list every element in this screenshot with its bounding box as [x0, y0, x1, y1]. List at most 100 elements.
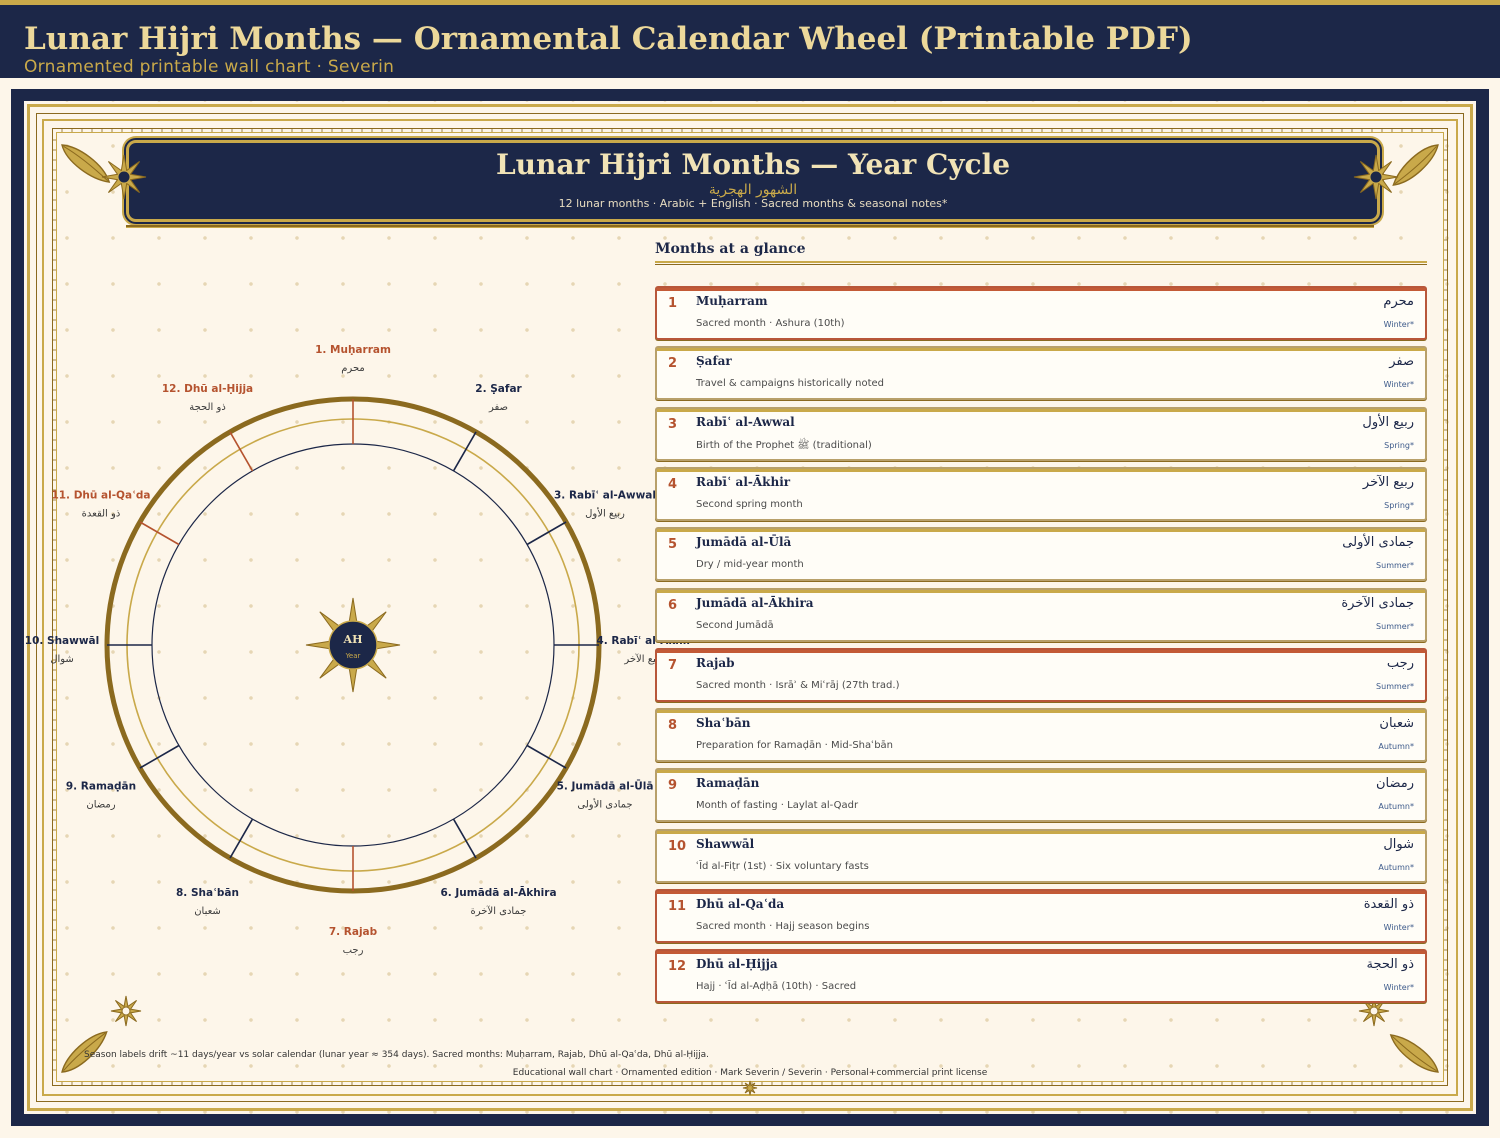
month-name: Shawwāl	[696, 836, 755, 851]
month-arabic: صفر	[1389, 354, 1414, 370]
month-name: Jumādā al-Ūlā	[696, 535, 792, 550]
month-season: Autumn*	[1378, 742, 1414, 752]
wheel-month-arabic: رمضان	[86, 800, 115, 811]
month-season: Winter*	[1383, 983, 1414, 993]
month-number: 8	[668, 718, 678, 734]
month-arabic: ذو الحجة	[1366, 957, 1414, 973]
month-arabic: ربيع الآخر	[1362, 474, 1414, 490]
wheel-month-label: 8. Shaʿbān	[176, 887, 239, 899]
month-arabic: ربيع الأول	[1362, 414, 1414, 430]
banner-underline	[126, 225, 1374, 228]
wheel-month-arabic: رجب	[343, 945, 364, 956]
month-name: Ṣafar	[696, 354, 732, 369]
month-number: 1	[668, 296, 678, 311]
month-arabic: محرم	[1383, 294, 1414, 309]
month-number: 3	[668, 416, 678, 432]
month-arabic: رمضان	[1375, 776, 1414, 792]
month-arabic: جمادى الأولى	[1342, 535, 1414, 551]
footer-credit: Educational wall chart · Ornamented edit…	[512, 1068, 988, 1078]
wheel-month-arabic: صفر	[488, 402, 508, 413]
month-note: ʿĪd al-Fiṭr (1st) · Six voluntary fasts	[696, 860, 869, 872]
month-number: 6	[668, 597, 678, 613]
month-name: Dhū al-Ḥijja	[696, 957, 778, 972]
month-row: 11 Dhū al-Qaʿda Sacred month · Hajj season…	[655, 889, 1427, 943]
corner-star-dot	[1369, 1006, 1379, 1016]
month-spoke	[229, 431, 254, 472]
month-season: Summer*	[1376, 561, 1414, 571]
month-season: Spring*	[1384, 500, 1414, 510]
row-top-accent	[657, 951, 1425, 955]
calendar-wheel: AH Year 1. Muḥarram محرم 2. Ṣafar صفر 3. Rab…	[25, 344, 693, 956]
month-note: Sacred month · Hajj season begins	[696, 921, 870, 932]
wheel-month-label: 5. Jumādā al-Ūlā	[557, 780, 654, 793]
year-cycle-banner: Lunar Hijri Months — Year Cycle الشهور ا…	[126, 140, 1380, 222]
month-arabic: ذو القعدة	[1363, 897, 1414, 912]
month-name: Rabīʿ al-Ākhir	[696, 474, 791, 489]
month-spoke	[526, 521, 567, 546]
month-name: Ramaḍān	[696, 776, 760, 791]
wheel-month-arabic: ذو القعدة	[82, 509, 121, 520]
footer-note: Season labels drift ~11 days/year vs sol…	[84, 1050, 709, 1060]
month-row: 2 Ṣafar Travel & campaigns historically no…	[655, 346, 1427, 401]
month-number: 4	[668, 476, 678, 492]
row-top-accent	[657, 830, 1425, 834]
row-top-accent	[657, 649, 1425, 653]
banner-arabic: الشهور الهجرية	[708, 182, 798, 198]
month-note: Second Jumādā	[696, 619, 774, 631]
wheel-month-label: 1. Muḥarram	[315, 344, 391, 356]
month-name: Shaʿbān	[696, 716, 751, 731]
month-spoke	[452, 431, 477, 472]
month-note: Preparation for Ramaḍān · Mid-Shaʿbān	[696, 740, 894, 752]
row-top-accent	[657, 468, 1425, 472]
row-top-accent	[657, 710, 1425, 714]
month-spoke	[229, 818, 254, 859]
month-season: Summer*	[1376, 681, 1414, 691]
row-top-accent	[657, 770, 1425, 774]
month-note: Sacred month · Isrāʾ & Miʿrāj (27th trad…	[696, 679, 900, 691]
month-note: Travel & campaigns historically noted	[696, 378, 884, 390]
wheel-month-label: 2. Ṣafar	[475, 383, 522, 395]
month-season: Winter*	[1383, 320, 1414, 329]
banner-subtitle: 12 lunar months · Arabic + English · Sac…	[558, 197, 948, 210]
wheel-month-arabic: شوال	[50, 654, 74, 665]
month-note: Sacred month · Ashura (10th)	[696, 318, 845, 329]
month-note: Birth of the Prophet ﷺ (traditional)	[696, 439, 872, 451]
month-name: Muḥarram	[696, 294, 768, 308]
month-row: 8 Shaʿbān Preparation for Ramaḍān · Mid-Sh…	[655, 708, 1427, 763]
month-note: Hajj · ʿĪd al-Aḍḥā (10th) · Sacred	[696, 981, 857, 993]
wheel-month-arabic: محرم	[341, 363, 365, 374]
month-note: Dry / mid-year month	[696, 559, 804, 571]
month-spoke	[139, 521, 180, 546]
wheel-month-label: 3. Rabīʿ al-Awwal	[554, 490, 656, 502]
month-row: 7 Rajab Sacred month · Isrāʾ & Miʿrāj (27t…	[655, 647, 1427, 702]
banner-title: Lunar Hijri Months — Year Cycle	[495, 148, 1011, 181]
month-name: Dhū al-Qaʿda	[696, 897, 785, 911]
month-season: Summer*	[1376, 621, 1414, 631]
month-season: Spring*	[1384, 440, 1414, 450]
month-note: Second spring month	[696, 498, 803, 510]
wheel-month-label: 12. Dhū al-Ḥijja	[162, 383, 253, 395]
month-spoke	[452, 818, 477, 859]
row-top-accent	[657, 529, 1425, 533]
glance-rule	[655, 261, 1427, 265]
month-number: 5	[668, 537, 678, 553]
month-row: 10 Shawwāl ʿĪd al-Fiṭr (1st) · Six volunta…	[655, 828, 1427, 883]
month-arabic: رجب	[1386, 655, 1414, 671]
month-name: Rabīʿ al-Awwal	[696, 414, 795, 429]
month-season: Autumn*	[1378, 862, 1414, 872]
month-arabic: شعبان	[1379, 716, 1414, 732]
month-season: Winter*	[1383, 923, 1414, 932]
month-row: 12 Dhū al-Ḥijja Hajj · ʿĪd al-Aḍḥā (10th) …	[655, 949, 1427, 1004]
month-row: 6 Jumādā al-Ākhira Second Jumādā جمادى الآخ…	[655, 587, 1427, 642]
month-spoke	[526, 744, 567, 769]
month-number: 11	[668, 899, 687, 914]
wheel-month-label: 7. Rajab	[329, 926, 378, 938]
wheel-month-arabic: شعبان	[194, 906, 221, 917]
month-season: Winter*	[1383, 380, 1414, 390]
wheel-month-arabic: ذو الحجة	[189, 402, 226, 413]
month-number: 12	[668, 959, 687, 975]
wheel-month-label: 9. Ramaḍān	[66, 781, 136, 793]
corner-star-dot	[121, 1006, 131, 1016]
row-top-accent	[657, 891, 1425, 894]
month-name: Jumādā al-Ākhira	[696, 595, 814, 610]
